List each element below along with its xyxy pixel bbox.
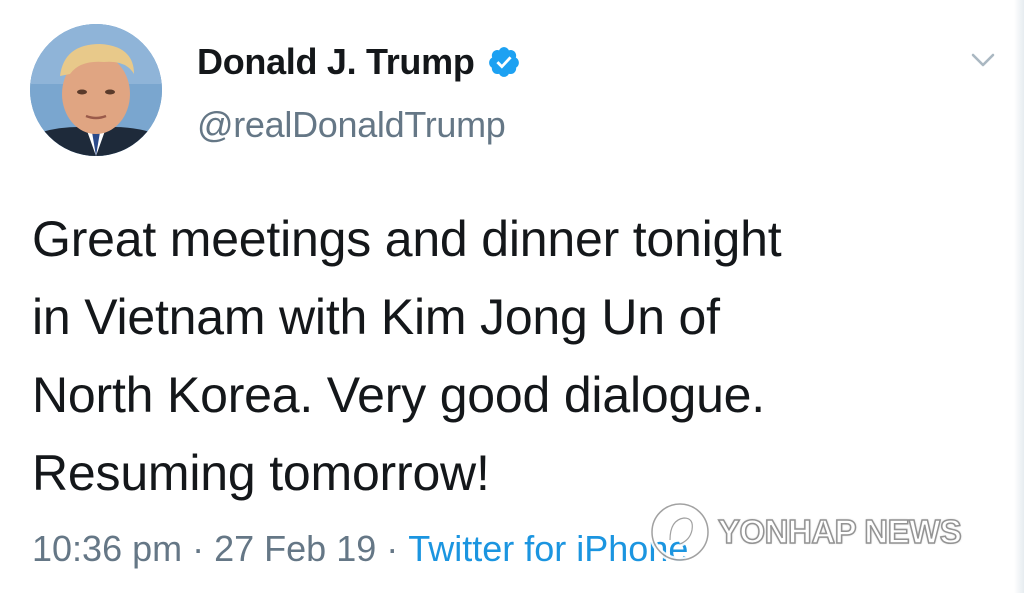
watermark: YONHAP NEWS bbox=[648, 497, 963, 567]
avatar[interactable] bbox=[30, 24, 162, 156]
watermark-text: YONHAP NEWS bbox=[717, 512, 962, 551]
author-name-row: Donald J. Trump bbox=[197, 40, 521, 84]
tweet-source-link[interactable]: Twitter for iPhone bbox=[408, 528, 688, 570]
display-name[interactable]: Donald J. Trump bbox=[197, 41, 475, 83]
author-handle[interactable]: @realDonaldTrump bbox=[197, 104, 506, 146]
tweet-text: Great meetings and dinner tonight in Vie… bbox=[32, 211, 782, 501]
scrollbar-edge bbox=[1014, 0, 1024, 593]
profile-photo bbox=[30, 24, 162, 156]
meta-separator: · bbox=[192, 528, 205, 569]
chevron-down-icon[interactable] bbox=[968, 48, 998, 72]
tweet-meta: 10:36 pm · 27 Feb 19 · Twitter for iPhon… bbox=[32, 528, 688, 570]
meta-separator: · bbox=[386, 528, 399, 569]
tweet-date[interactable]: 27 Feb 19 bbox=[214, 528, 376, 570]
yonhap-logo-icon bbox=[649, 501, 711, 563]
verified-badge-icon bbox=[487, 45, 521, 79]
tweet-time[interactable]: 10:36 pm bbox=[32, 528, 182, 570]
tweet-card: Donald J. Trump @realDonaldTrump Great m… bbox=[0, 0, 1024, 593]
